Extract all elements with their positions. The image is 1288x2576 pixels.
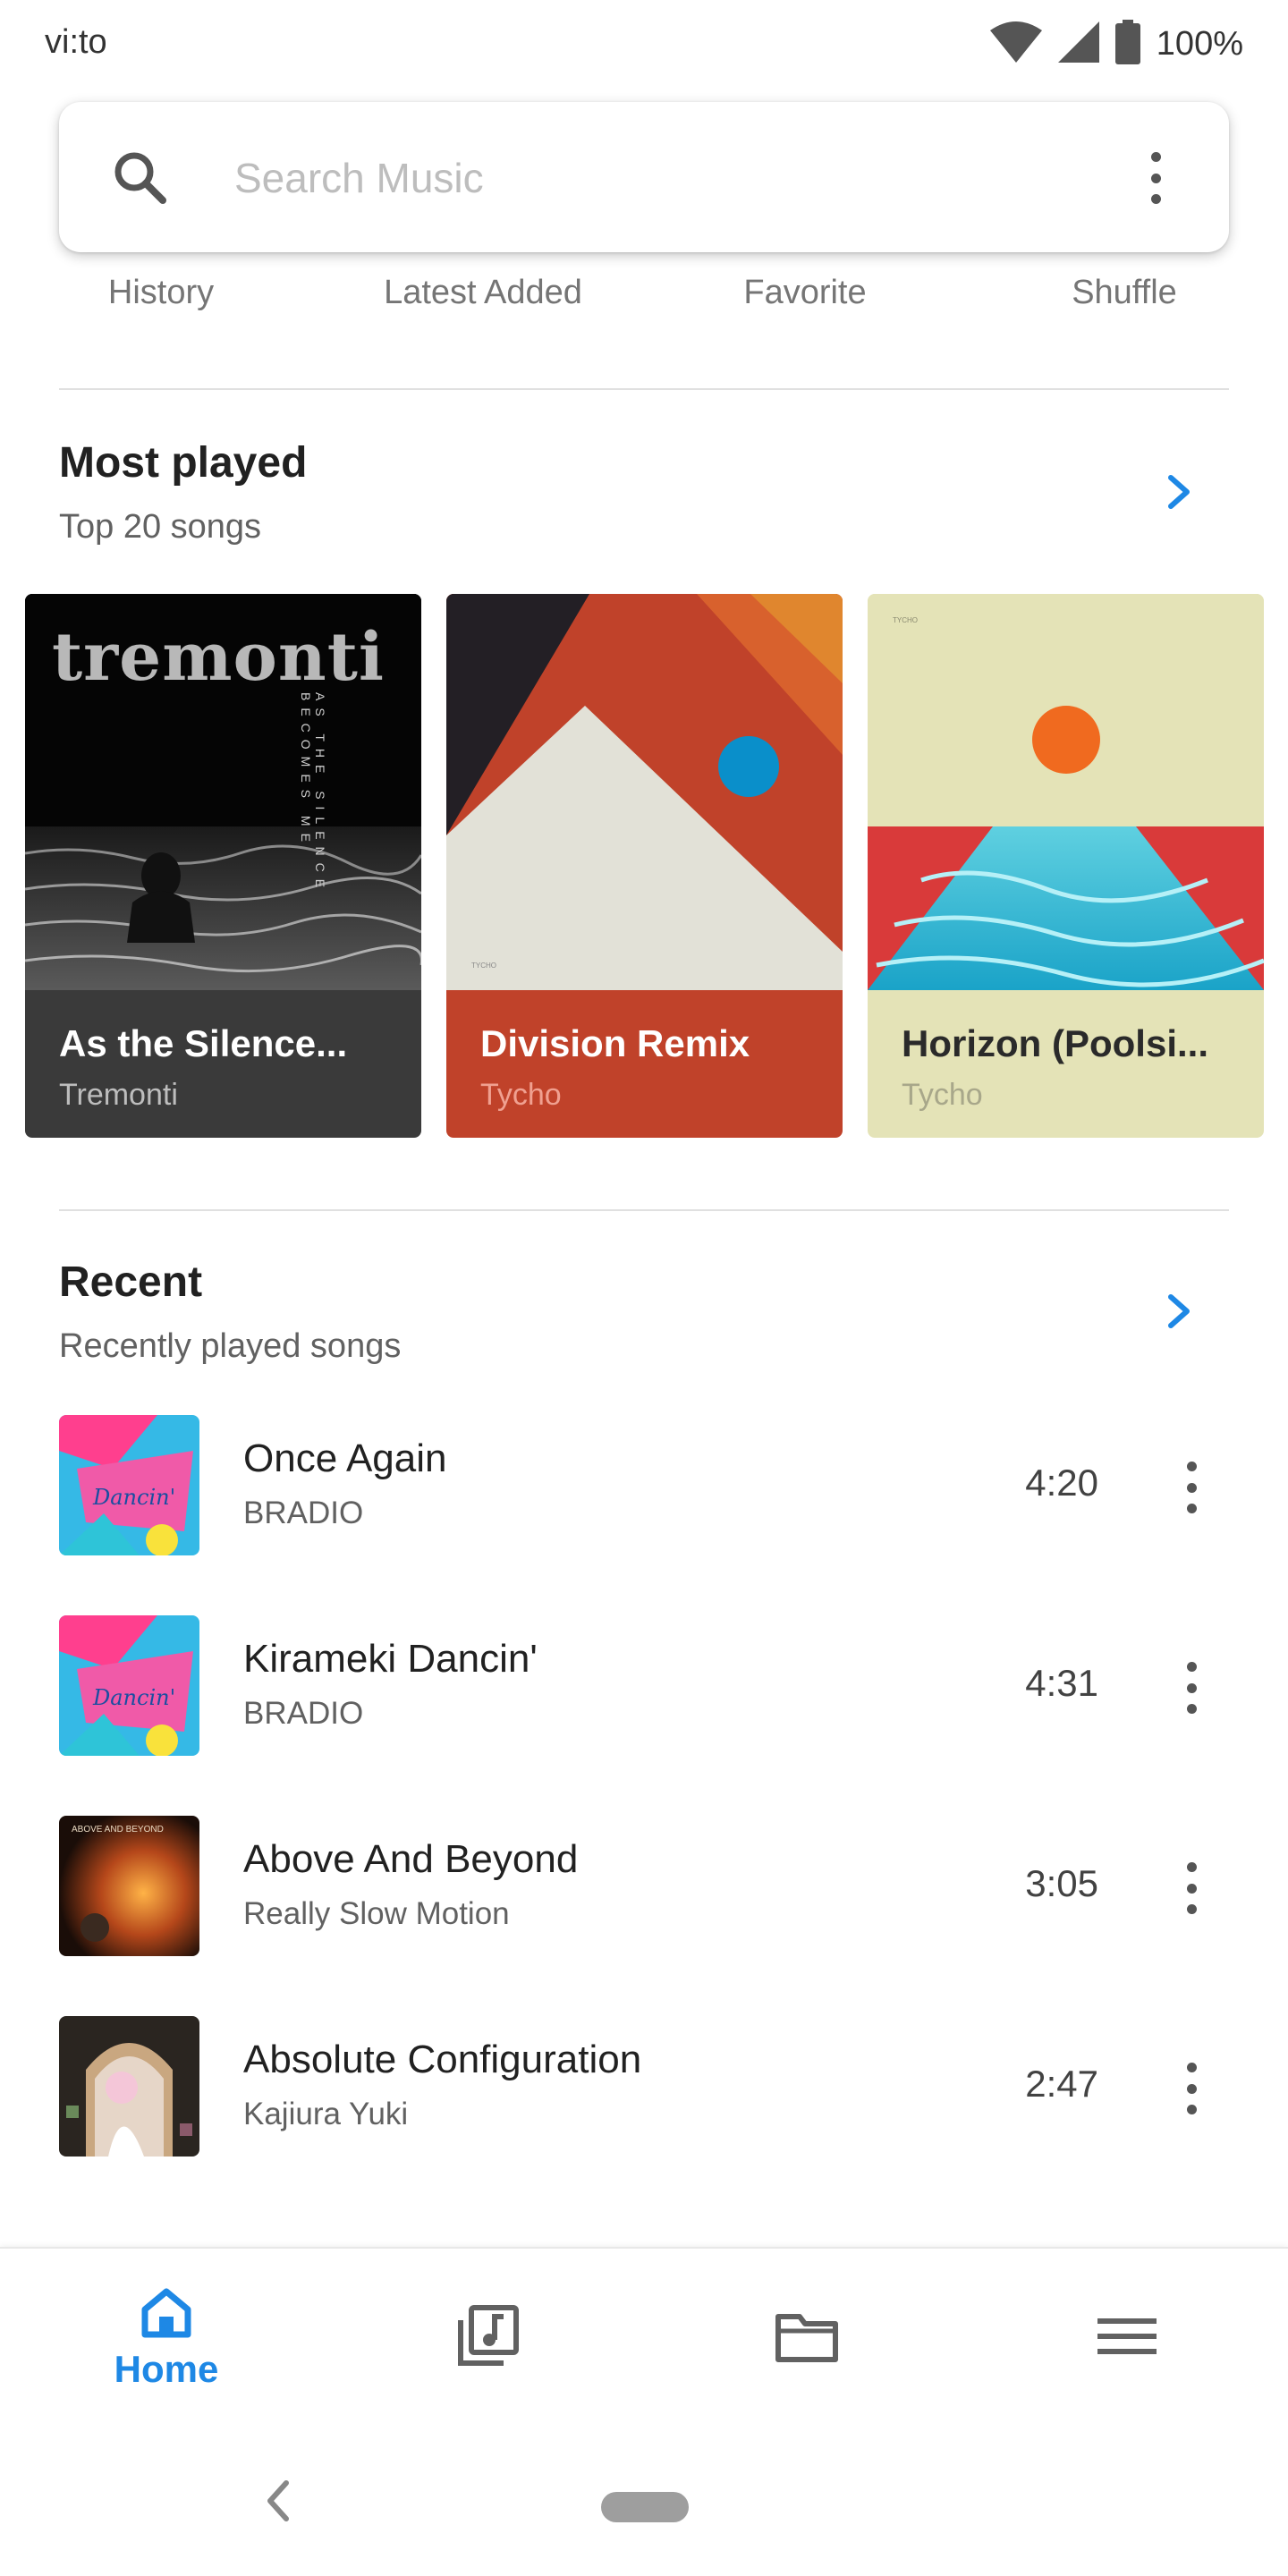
album-art: ABOVE AND BEYOND <box>59 1816 199 1956</box>
song-title: Above And Beyond <box>243 1837 579 1881</box>
battery-icon <box>1114 20 1140 69</box>
song-title: Once Again <box>243 1436 447 1480</box>
system-nav-bar <box>0 2426 1288 2576</box>
list-item[interactable]: Dancin' Once Again BRADIO 4:20 <box>0 1395 1288 1565</box>
battery-percent: 100% <box>1156 25 1243 63</box>
nav-folders[interactable] <box>646 2249 968 2428</box>
album-art <box>59 2016 199 2157</box>
album-art: TYCHO <box>446 594 843 990</box>
more-vert-icon[interactable] <box>1138 147 1174 209</box>
song-artist: BRADIO <box>243 1696 364 1731</box>
song-duration: 2:47 <box>1025 2063 1098 2105</box>
nav-library[interactable] <box>326 2249 648 2428</box>
album-card[interactable]: TYCHO Horizon (Poolsi... Tycho <box>868 594 1264 1138</box>
recent-subtitle: Recently played songs <box>59 1327 402 1365</box>
chevron-right-icon[interactable] <box>1152 465 1206 519</box>
recent-title: Recent <box>59 1258 203 1306</box>
home-pill[interactable] <box>601 2492 689 2522</box>
tab-shuffle[interactable]: Shuffle <box>1072 274 1177 312</box>
album-card[interactable]: tremonti AS THE SILENCE BECOMES ME As th… <box>25 594 421 1138</box>
nav-home[interactable]: Home <box>5 2249 327 2428</box>
album-art: TYCHO <box>868 594 1264 990</box>
song-duration: 4:31 <box>1025 1662 1098 1704</box>
album-art: tremonti AS THE SILENCE BECOMES ME <box>25 594 421 990</box>
svg-text:Dancin': Dancin' <box>92 1685 175 1710</box>
list-item[interactable]: Dancin' Kirameki Dancin' BRADIO 4:31 <box>0 1596 1288 1766</box>
nav-menu[interactable] <box>966 2249 1288 2428</box>
tab-favorite[interactable]: Favorite <box>743 274 866 312</box>
album-card[interactable]: TYCHO Division Remix Tycho <box>446 594 843 1138</box>
more-vert-icon[interactable] <box>1174 2059 1209 2118</box>
card-artist: Tycho <box>902 1078 983 1112</box>
folder-icon <box>775 2309 839 2368</box>
tab-latest-added[interactable]: Latest Added <box>384 274 582 312</box>
cell-signal-icon <box>1057 21 1099 67</box>
more-vert-icon[interactable] <box>1174 1658 1209 1717</box>
status-bar: vi:to 100% <box>0 0 1288 89</box>
search-icon[interactable] <box>111 148 168 210</box>
album-art: Dancin' <box>59 1415 199 1555</box>
divider <box>59 388 1229 390</box>
card-title: As the Silence... <box>59 1022 348 1064</box>
list-item[interactable]: ABOVE AND BEYOND Above And Beyond Really… <box>0 1796 1288 1966</box>
quick-tabs: History Latest Added Favorite Shuffle <box>0 274 1288 336</box>
search-bar <box>59 102 1229 252</box>
more-vert-icon[interactable] <box>1174 1458 1209 1517</box>
card-artist: Tremonti <box>59 1078 178 1112</box>
chevron-right-icon[interactable] <box>1152 1284 1206 1338</box>
song-title: Absolute Configuration <box>243 2038 642 2081</box>
tab-history[interactable]: History <box>108 274 214 312</box>
status-carrier: vi:to <box>45 23 107 61</box>
search-input[interactable] <box>234 138 1093 218</box>
most-played-subtitle: Top 20 songs <box>59 508 262 546</box>
album-art: Dancin' <box>59 1615 199 1756</box>
song-title: Kirameki Dancin' <box>243 1637 538 1681</box>
song-duration: 3:05 <box>1025 1862 1098 1904</box>
card-title: Horizon (Poolsi... <box>902 1022 1208 1064</box>
song-duration: 4:20 <box>1025 1462 1098 1504</box>
menu-icon <box>1097 2315 1157 2362</box>
song-artist: Kajiura Yuki <box>243 2097 409 2131</box>
song-artist: BRADIO <box>243 1496 364 1530</box>
bottom-nav: Home <box>0 2247 1288 2426</box>
svg-text:ABOVE AND BEYOND: ABOVE AND BEYOND <box>72 1825 164 1835</box>
album-art-text: tremonti <box>52 619 386 696</box>
library-music-icon <box>455 2304 520 2373</box>
card-artist: Tycho <box>480 1078 562 1112</box>
svg-text:Dancin': Dancin' <box>92 1485 175 1510</box>
more-vert-icon[interactable] <box>1174 1859 1209 1918</box>
card-title: Division Remix <box>480 1022 750 1064</box>
list-item[interactable]: Absolute Configuration Kajiura Yuki 2:47 <box>0 1996 1288 2166</box>
svg-text:TYCHO: TYCHO <box>893 616 918 624</box>
song-artist: Really Slow Motion <box>243 1896 510 1931</box>
album-art-side-text: AS THE SILENCE BECOMES ME <box>299 692 327 895</box>
back-icon[interactable] <box>259 2476 295 2530</box>
nav-home-label: Home <box>114 2347 219 2390</box>
most-played-title: Most played <box>59 439 308 487</box>
home-icon <box>140 2286 193 2343</box>
svg-text:TYCHO: TYCHO <box>471 962 496 970</box>
divider <box>59 1209 1229 1211</box>
wifi-icon <box>989 21 1042 67</box>
